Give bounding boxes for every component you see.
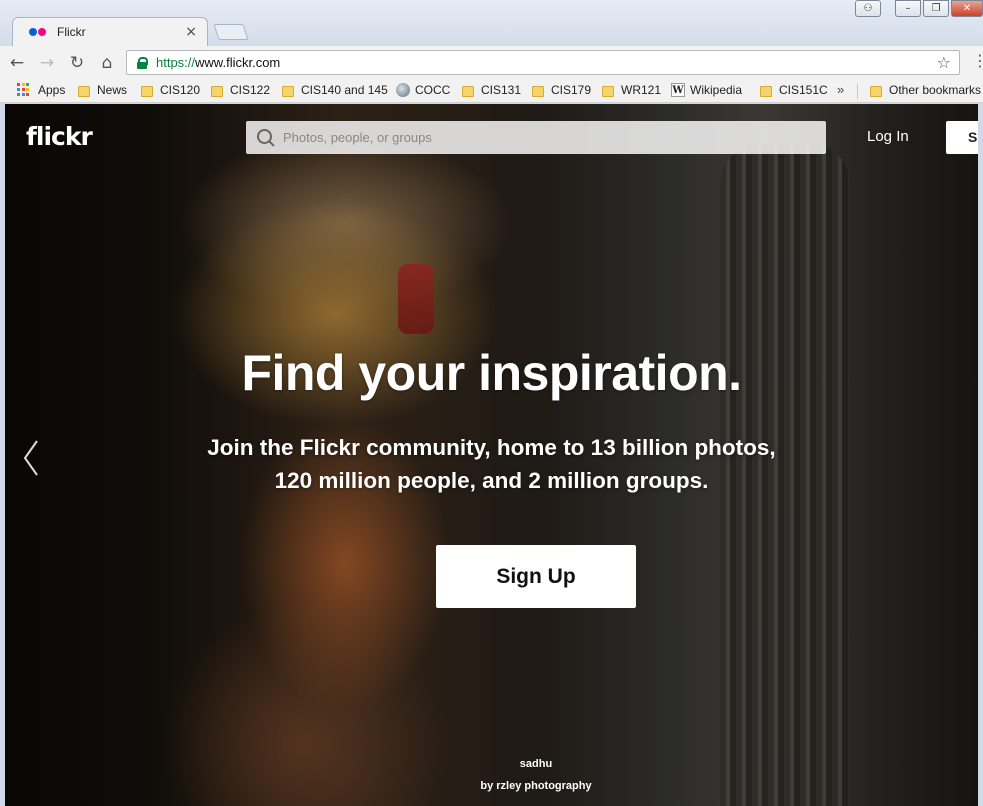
cocc-icon <box>396 83 410 97</box>
search-icon[interactable] <box>257 128 275 147</box>
bookmark-label: CIS151C <box>779 83 828 97</box>
sign-up-button[interactable]: Sign Up <box>436 545 636 608</box>
address-bar[interactable]: https://www.flickr.com ☆ <box>126 50 960 75</box>
tab-close-icon[interactable]: × <box>185 24 197 40</box>
bookmark-label: CIS120 <box>160 83 201 97</box>
close-window-button[interactable]: ✕ <box>951 0 983 17</box>
folder-icon <box>532 85 544 97</box>
log-in-link[interactable]: Log In <box>867 128 909 145</box>
folder-icon <box>462 85 474 97</box>
search-input[interactable] <box>283 130 826 145</box>
url-host: www.flickr.com <box>195 55 281 70</box>
bookmark-apps[interactable]: Apps <box>17 83 65 97</box>
folder-icon <box>282 85 294 97</box>
flickr-hero-page: flickr Log In Si Find your inspiration. … <box>5 104 978 806</box>
folder-icon <box>870 85 882 97</box>
bookmark-label: WR121 <box>621 83 662 97</box>
back-arrow-icon[interactable]: ← <box>4 50 30 76</box>
bookmark-label: Apps <box>38 83 66 97</box>
folder-icon <box>78 85 90 97</box>
bookmark-label: Other bookmarks <box>889 83 982 97</box>
chrome-menu-icon[interactable]: ⋮ <box>972 53 983 69</box>
minimize-button[interactable]: – <box>895 0 921 17</box>
profile-icon[interactable]: ⚇ <box>855 0 881 17</box>
url-scheme: https:// <box>156 55 196 70</box>
bookmark-other-bookmarks[interactable]: Other bookmarks <box>870 83 981 97</box>
bookmarks-divider <box>857 84 858 99</box>
bookmark-label: CIS122 <box>230 83 271 97</box>
hero-title: Find your inspiration. <box>241 345 742 401</box>
bookmark-cocc[interactable]: COCC <box>396 83 450 97</box>
folder-icon <box>211 85 223 97</box>
bookmark-cis151c[interactable]: CIS151C <box>760 83 828 97</box>
tab-strip: Flickr × ⚇ – ❐ ✕ <box>0 0 983 46</box>
home-icon[interactable]: ⌂ <box>94 50 120 76</box>
bookmark-label: CIS140 and 145 <box>301 83 388 97</box>
hero-subtitle: Join the Flickr community, home to 13 bi… <box>5 431 978 497</box>
bookmark-cis140-and-145[interactable]: CIS140 and 145 <box>282 83 388 97</box>
url-text[interactable]: https://www.flickr.com <box>156 55 280 70</box>
sign-up-header-button[interactable]: Si <box>946 121 978 154</box>
wikipedia-icon: W <box>671 83 685 97</box>
bookmark-label: COCC <box>415 83 451 97</box>
maximize-button[interactable]: ❐ <box>923 0 949 17</box>
bookmark-star-icon[interactable]: ☆ <box>937 53 951 72</box>
folder-icon <box>141 85 153 97</box>
reload-icon[interactable]: ↻ <box>64 50 90 76</box>
bookmark-label: CIS179 <box>551 83 592 97</box>
tab-title: Flickr <box>57 25 86 39</box>
window-controls: ⚇ – ❐ ✕ <box>853 0 983 18</box>
photo-title-link[interactable]: sadhu <box>5 758 978 770</box>
bookmark-wr121[interactable]: WR121 <box>602 83 661 97</box>
bookmark-cis122[interactable]: CIS122 <box>211 83 270 97</box>
bookmark-cis179[interactable]: CIS179 <box>532 83 591 97</box>
forward-arrow-icon[interactable]: → <box>34 50 60 76</box>
folder-icon <box>602 85 614 97</box>
more-bookmarks-chevron-icon[interactable]: » <box>837 82 844 97</box>
bookmarks-bar: Apps News CIS120 CIS122 CIS140 and 145 C… <box>0 79 983 103</box>
bookmark-wikipedia[interactable]: W Wikipedia <box>671 83 742 97</box>
search-bar[interactable] <box>246 121 826 154</box>
folder-icon <box>760 85 772 97</box>
photo-credit-link[interactable]: by rzley photography <box>5 780 978 792</box>
apps-icon <box>17 83 31 97</box>
flickr-favicon-icon <box>29 27 49 37</box>
flickr-logo[interactable]: flickr <box>26 122 93 151</box>
bookmark-label: News <box>97 83 128 97</box>
bookmark-news[interactable]: News <box>78 83 127 97</box>
lock-icon[interactable] <box>136 56 148 69</box>
browser-tab-flickr[interactable]: Flickr × <box>12 17 208 46</box>
bookmark-label: CIS131 <box>481 83 522 97</box>
new-tab-button[interactable] <box>213 24 249 40</box>
hero-subtitle-line-2: 120 million people, and 2 million groups… <box>274 468 709 493</box>
bookmark-cis120[interactable]: CIS120 <box>141 83 200 97</box>
bookmark-label: Wikipedia <box>690 83 743 97</box>
window-left-border <box>0 104 5 806</box>
bookmark-cis131[interactable]: CIS131 <box>462 83 521 97</box>
browser-toolbar: ← → ↻ ⌂ https://www.flickr.com ☆ ⋮ <box>0 46 983 79</box>
window-right-border <box>978 104 983 806</box>
hero-subtitle-line-1: Join the Flickr community, home to 13 bi… <box>207 435 776 460</box>
